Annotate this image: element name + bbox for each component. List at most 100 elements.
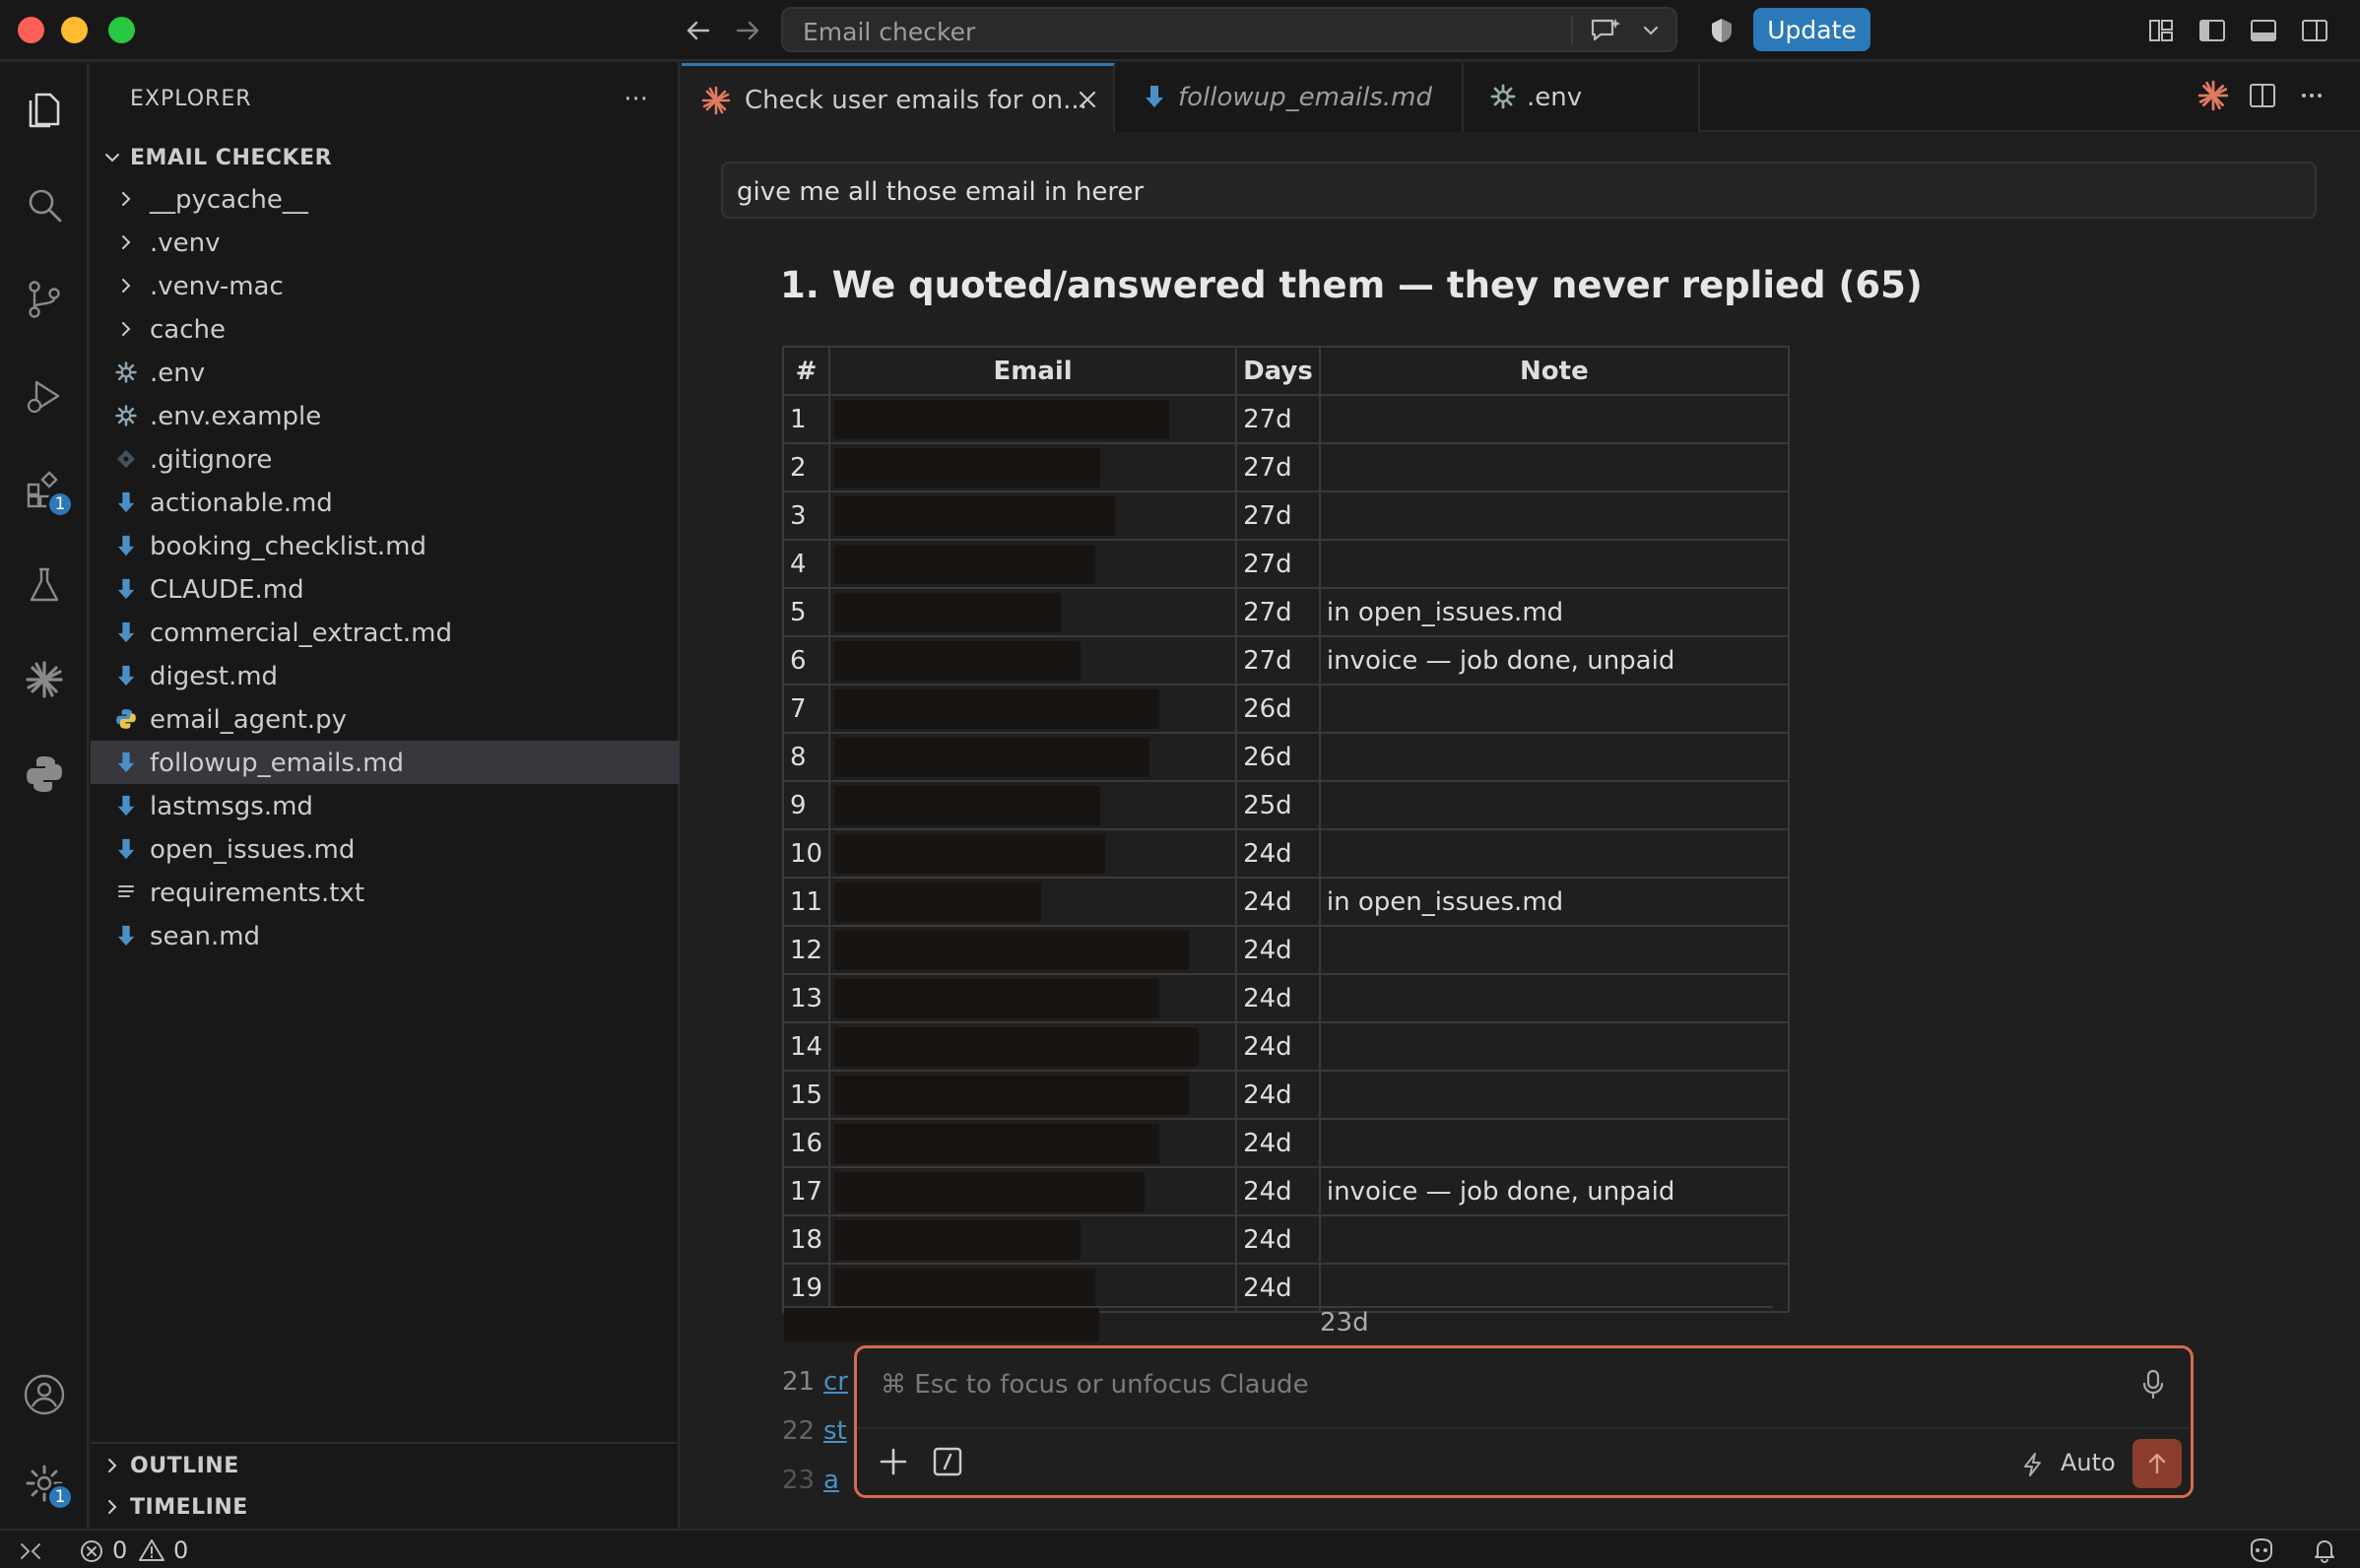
split-editor-icon[interactable]	[2246, 79, 2279, 112]
file-tree-item[interactable]: requirements.txt	[91, 871, 680, 914]
table-row-partial: 23d	[782, 1306, 1773, 1341]
redacted-email	[834, 593, 1062, 632]
file-tree-label: requirements.txt	[150, 879, 365, 908]
file-tree-item[interactable]: digest.md	[91, 654, 680, 697]
more-actions-icon[interactable]: ···	[623, 85, 648, 114]
redacted-email	[834, 834, 1106, 874]
more-actions-icon[interactable]	[2295, 79, 2328, 112]
email-cell	[828, 828, 1238, 879]
file-tree-item[interactable]: email_agent.py	[91, 697, 680, 741]
file-tree-item[interactable]: .env.example	[91, 394, 680, 437]
claude-icon[interactable]	[17, 652, 72, 707]
file-tree-label: actionable.md	[150, 489, 333, 518]
forward-arrow-icon[interactable]	[731, 14, 764, 47]
lightning-icon[interactable]	[2019, 1451, 2047, 1478]
microphone-icon[interactable]	[2139, 1368, 2167, 1400]
send-button[interactable]	[2132, 1439, 2182, 1488]
file-tree-item[interactable]: commercial_extract.md	[91, 611, 680, 654]
toggle-secondary-sidebar-icon[interactable]	[2298, 14, 2331, 47]
tab-followup-emails[interactable]: followup_emails.md	[1115, 63, 1464, 132]
notifications-bell-icon[interactable]	[2311, 1536, 2338, 1564]
file-tree-item[interactable]: cache	[91, 307, 680, 351]
copilot-icon[interactable]	[2246, 1536, 2277, 1564]
file-tree-item[interactable]: CLAUDE.md	[91, 567, 680, 611]
error-icon[interactable]	[79, 1538, 104, 1564]
folder-email-checker[interactable]: EMAIL CHECKER	[91, 138, 680, 177]
timeline-section[interactable]: TIMELINE	[91, 1485, 680, 1529]
redacted-email	[834, 448, 1101, 488]
settings-gear-icon[interactable]: 1	[17, 1456, 74, 1511]
extensions-icon[interactable]: 1	[17, 463, 74, 518]
source-control-icon[interactable]	[17, 272, 72, 327]
window-maximize-button[interactable]	[108, 17, 135, 43]
window-close-button[interactable]	[18, 17, 44, 43]
file-tree-item[interactable]: booking_checklist.md	[91, 524, 680, 567]
run-debug-icon[interactable]	[17, 368, 72, 424]
tab-label: Check user emails for on...	[745, 86, 1087, 115]
file-tree-item[interactable]: __pycache__	[91, 177, 680, 221]
claude-icon[interactable]	[2196, 79, 2230, 112]
tab-env[interactable]: .env	[1464, 63, 1700, 132]
tab-claude-chat[interactable]: Check user emails for on...	[682, 63, 1115, 132]
toggle-panel-icon[interactable]	[2247, 14, 2280, 47]
search-icon[interactable]	[17, 177, 72, 232]
back-arrow-icon[interactable]	[682, 14, 715, 47]
error-count[interactable]: 0	[112, 1536, 127, 1564]
editor-area: Check user emails for on... followup_ema…	[682, 63, 2360, 1529]
file-tree-label: lastmsgs.md	[150, 792, 313, 821]
file-tree-label: cache	[150, 315, 226, 345]
email-link[interactable]: st	[823, 1416, 847, 1446]
table-row: 1 27d	[781, 394, 1790, 444]
copilot-shield-icon[interactable]	[1705, 14, 1738, 47]
row-number: 10	[781, 828, 831, 879]
outline-title: OUTLINE	[130, 1454, 239, 1478]
toggle-primary-sidebar-icon[interactable]	[2196, 14, 2229, 47]
email-link[interactable]: cr	[823, 1367, 848, 1397]
file-tree-item[interactable]: sean.md	[91, 914, 680, 957]
slash-command-icon[interactable]	[932, 1446, 963, 1477]
warning-count[interactable]: 0	[173, 1536, 188, 1564]
file-tree-item[interactable]: lastmsgs.md	[91, 784, 680, 827]
file-tree-item[interactable]: actionable.md	[91, 481, 680, 524]
markdown-icon	[114, 664, 138, 687]
update-button[interactable]: Update	[1753, 8, 1870, 51]
note-cell: invoice — job done, unpaid	[1318, 1166, 1790, 1216]
chevron-down-icon[interactable]	[1641, 21, 1661, 40]
file-tree-label: email_agent.py	[150, 705, 347, 735]
gear-icon	[1489, 83, 1517, 110]
window-minimize-button[interactable]	[61, 17, 88, 43]
file-tree-item[interactable]: followup_emails.md	[91, 741, 680, 784]
chat-sparkle-icon[interactable]	[1589, 17, 1622, 46]
days-cell: 26d	[1235, 732, 1321, 782]
warning-icon[interactable]	[138, 1537, 165, 1563]
divider	[1571, 17, 1573, 44]
tab-label: followup_emails.md	[1178, 83, 1433, 112]
testing-flask-icon[interactable]	[17, 557, 72, 613]
outline-section[interactable]: OUTLINE	[91, 1442, 680, 1485]
file-tree-item[interactable]: .venv-mac	[91, 264, 680, 307]
mode-selector[interactable]: Auto	[2061, 1449, 2116, 1476]
command-center-search[interactable]: Email checker	[781, 7, 1677, 52]
explorer-icon[interactable]	[17, 83, 72, 138]
file-tree-item[interactable]: .venv	[91, 221, 680, 264]
claude-chat-input[interactable]: ⌘ Esc to focus or unfocus Claude Auto	[854, 1345, 2194, 1498]
redacted-email	[834, 786, 1101, 825]
customize-layout-icon[interactable]	[2144, 14, 2178, 47]
email-cell	[828, 587, 1238, 637]
close-tab-icon[interactable]	[1076, 88, 1099, 111]
folder-name: EMAIL CHECKER	[130, 146, 333, 170]
status-bar: 0 0	[0, 1529, 2360, 1568]
row-number: 23	[782, 1466, 816, 1495]
git-icon	[114, 447, 138, 471]
file-tree-item[interactable]: .gitignore	[91, 437, 680, 481]
email-link[interactable]: a	[823, 1466, 839, 1495]
row-number: 3	[781, 490, 831, 541]
table-row: 17 24d invoice — job done, unpaid	[781, 1166, 1790, 1216]
file-tree-item[interactable]: .env	[91, 351, 680, 394]
remote-indicator-icon[interactable]	[18, 1538, 43, 1564]
add-attachment-icon[interactable]	[877, 1445, 910, 1478]
file-tree-item[interactable]: open_issues.md	[91, 827, 680, 871]
row-number: 1	[781, 394, 831, 444]
account-icon[interactable]	[17, 1367, 72, 1422]
python-icon[interactable]	[17, 747, 72, 802]
